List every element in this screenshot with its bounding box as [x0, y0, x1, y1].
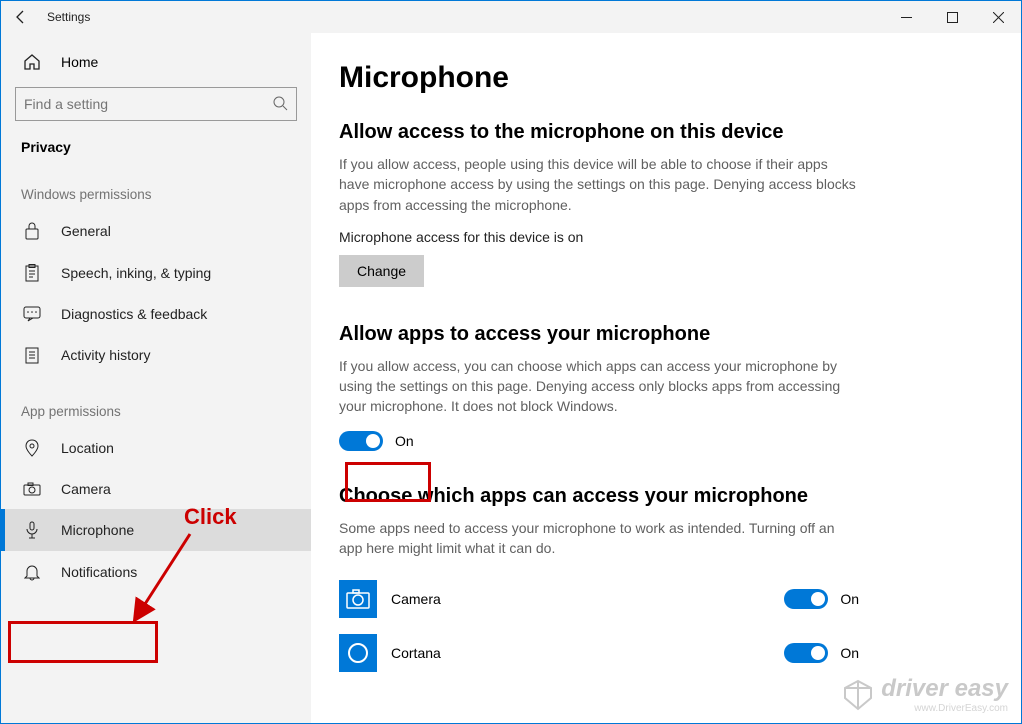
sidebar-item-camera[interactable]: Camera: [1, 469, 311, 509]
minimize-icon: [901, 12, 912, 23]
nav-label: Activity history: [61, 347, 150, 363]
sidebar-item-location[interactable]: Location: [1, 427, 311, 469]
minimize-button[interactable]: [883, 1, 929, 33]
titlebar: Settings: [1, 1, 1021, 33]
sidebar-item-microphone[interactable]: Microphone: [1, 509, 311, 551]
app-toggle-label: On: [840, 591, 859, 607]
sidebar-item-speech[interactable]: Speech, inking, & typing: [1, 252, 311, 294]
close-button[interactable]: [975, 1, 1021, 33]
group-app-permissions: App permissions: [1, 376, 311, 427]
arrow-left-icon: [13, 9, 29, 25]
microphone-icon: [25, 521, 39, 539]
camera-app-icon: [346, 589, 370, 609]
page-title: Microphone: [339, 61, 997, 95]
app-name: Cortana: [391, 645, 784, 661]
sidebar-item-general[interactable]: General: [1, 210, 311, 252]
app-row-camera: Camera On: [339, 572, 859, 626]
nav-label: Location: [61, 440, 114, 456]
home-icon: [23, 53, 41, 71]
home-nav[interactable]: Home: [1, 43, 311, 81]
apps-access-toggle[interactable]: [339, 431, 383, 451]
window-title: Settings: [47, 10, 90, 24]
sidebar-item-notifications[interactable]: Notifications: [1, 551, 311, 593]
location-icon: [25, 439, 39, 457]
maximize-icon: [947, 12, 958, 23]
app-row-cortana: Cortana On: [339, 626, 859, 680]
section-heading-device-access: Allow access to the microphone on this d…: [339, 121, 997, 144]
nav-label: Notifications: [61, 564, 137, 580]
app-toggle-cortana[interactable]: [784, 643, 828, 663]
app-name: Camera: [391, 591, 784, 607]
search-field[interactable]: [24, 96, 264, 112]
nav-label: Diagnostics & feedback: [61, 306, 207, 322]
device-access-status: Microphone access for this device is on: [339, 229, 997, 245]
clipboard-icon: [24, 264, 40, 282]
sidebar: Home Privacy Windows permissions General…: [1, 33, 311, 723]
apps-access-toggle-label: On: [395, 433, 414, 449]
lock-icon: [24, 222, 40, 240]
home-label: Home: [61, 54, 98, 70]
bell-icon: [24, 563, 40, 581]
section-desc-apps-access: If you allow access, you can choose whic…: [339, 356, 859, 417]
app-icon-camera: [339, 580, 377, 618]
search-input[interactable]: [15, 87, 297, 121]
nav-label: Camera: [61, 481, 111, 497]
section-heading-apps-access: Allow apps to access your microphone: [339, 323, 997, 346]
maximize-button[interactable]: [929, 1, 975, 33]
sidebar-item-activity[interactable]: Activity history: [1, 334, 311, 376]
app-toggle-camera[interactable]: [784, 589, 828, 609]
camera-icon: [23, 482, 41, 496]
app-toggle-label: On: [840, 645, 859, 661]
section-heading-choose-apps: Choose which apps can access your microp…: [339, 485, 997, 508]
history-icon: [24, 346, 40, 364]
change-button[interactable]: Change: [339, 255, 424, 287]
nav-label: Microphone: [61, 522, 134, 538]
search-icon: [272, 95, 288, 111]
group-windows-permissions: Windows permissions: [1, 159, 311, 210]
main-content: Microphone Allow access to the microphon…: [311, 33, 1021, 723]
section-desc-choose-apps: Some apps need to access your microphone…: [339, 518, 859, 559]
nav-label: General: [61, 223, 111, 239]
close-icon: [993, 12, 1004, 23]
sidebar-item-diagnostics[interactable]: Diagnostics & feedback: [1, 294, 311, 334]
section-desc-device-access: If you allow access, people using this d…: [339, 154, 859, 215]
cortana-app-icon: [346, 641, 370, 665]
category-label: Privacy: [1, 129, 311, 159]
feedback-icon: [23, 306, 41, 322]
app-icon-cortana: [339, 634, 377, 672]
back-button[interactable]: [1, 1, 41, 33]
nav-label: Speech, inking, & typing: [61, 265, 211, 281]
